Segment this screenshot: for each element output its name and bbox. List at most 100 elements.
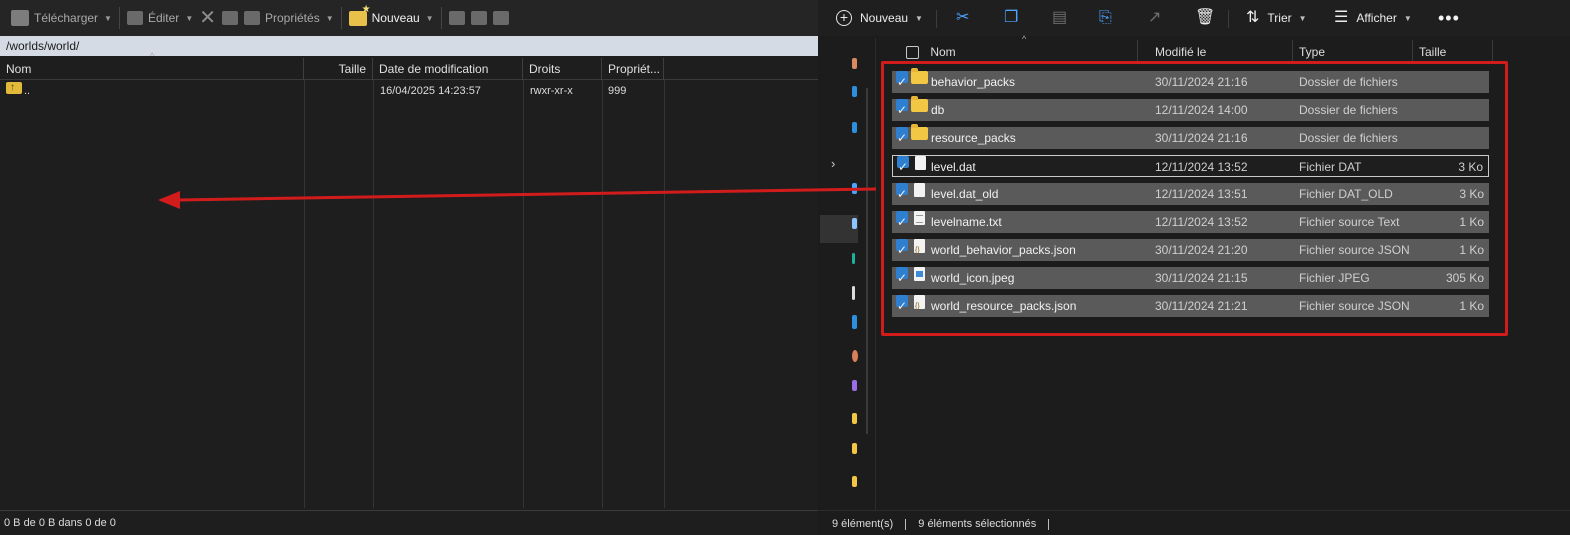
plus-icon: + <box>836 10 852 26</box>
rename-button[interactable] <box>219 4 241 32</box>
nav-item-icon[interactable] <box>852 443 857 454</box>
item-count: 9 élément(s) <box>832 518 894 530</box>
chevron-down-icon: ▼ <box>1403 13 1412 23</box>
new-label: Nouveau <box>860 11 909 25</box>
sort-label: Trier <box>1267 11 1292 25</box>
column-divider <box>373 80 374 508</box>
toolbar-divider <box>1228 10 1229 28</box>
properties-button[interactable]: Propriétés ▼ <box>241 4 337 32</box>
nav-scrollbar[interactable] <box>866 88 868 434</box>
toolbar-divider <box>440 7 442 29</box>
nav-item-icon[interactable] <box>852 183 857 194</box>
explorer-toolbar: + Nouveau ▼ ✂ ❐ ▤ ⎘ ↗ 🗑 ⇅ Trier ▼ ☰ Affi… <box>818 0 1570 36</box>
download-icon <box>11 10 29 26</box>
left-toolbar: Télécharger ▼ Éditer ▼ ✕ Propriétés ▼ No… <box>0 0 818 36</box>
column-divider <box>304 80 305 508</box>
unselect-icon <box>470 11 487 25</box>
delete-button[interactable]: 🗑 <box>1195 0 1215 36</box>
more-options-button[interactable]: ••• <box>1438 0 1460 36</box>
more-icon: ••• <box>1438 7 1460 28</box>
table-row[interactable]: .. 16/04/2025 14:23:57 rwxr-xr-x 999 <box>0 79 818 100</box>
nav-item-icon[interactable] <box>852 286 855 300</box>
left-status-bar: 0 B de 0 B dans 0 de 0 <box>0 510 818 535</box>
chevron-down-icon: ▼ <box>915 13 923 23</box>
selected-count: 9 éléments sélectionnés <box>918 518 1037 530</box>
view-label: Afficher <box>1356 11 1397 25</box>
nav-item-icon[interactable] <box>852 413 857 424</box>
nav-item-icon[interactable] <box>852 476 857 487</box>
column-date[interactable]: Date de modification <box>373 58 523 80</box>
explorer-status-bar: 9 élément(s) 9 éléments sélectionnés <box>818 510 1570 535</box>
trash-icon: 🗑 <box>1195 9 1216 26</box>
select-all-button[interactable] <box>446 4 468 32</box>
paste-button[interactable]: ▤ <box>1052 0 1067 36</box>
column-name-label: Nom <box>930 45 956 59</box>
column-name[interactable]: Nom <box>0 58 304 80</box>
sort-icon: ⇅ <box>1246 9 1260 26</box>
row-name: .. <box>24 85 31 97</box>
download-button[interactable]: Télécharger ▼ <box>8 4 115 32</box>
select-all-checkbox[interactable] <box>906 46 919 60</box>
left-column-header: Nom ^ Taille Date de modification Droits… <box>0 51 818 80</box>
properties-icon <box>244 11 260 25</box>
row-date: 16/04/2025 14:23:57 <box>380 85 481 97</box>
chevron-down-icon: ▼ <box>104 13 112 23</box>
highlight-box <box>881 61 1508 336</box>
unselect-button[interactable] <box>468 4 490 32</box>
chevron-down-icon: ▼ <box>185 13 194 23</box>
nav-item-icon[interactable] <box>852 315 857 329</box>
edit-icon <box>126 11 143 25</box>
row-rights: rwxr-xr-x <box>530 85 573 97</box>
navigation-pane: › <box>818 38 876 510</box>
nav-item-icon[interactable] <box>852 86 857 97</box>
nav-item-icon[interactable] <box>852 218 857 229</box>
toolbar-divider <box>936 10 937 28</box>
rename-icon <box>222 11 238 25</box>
new-button[interactable]: + Nouveau ▼ <box>836 0 923 36</box>
view-button[interactable]: ☰ Afficher ▼ <box>1334 0 1412 36</box>
path-bar[interactable]: /worlds/world/ <box>0 36 818 56</box>
toolbar-divider <box>118 7 120 29</box>
select-all-icon <box>448 11 465 25</box>
column-divider <box>602 80 603 508</box>
delete-icon: ✕ <box>199 7 216 29</box>
parent-folder-icon <box>6 79 22 97</box>
column-owner[interactable]: Propriét... <box>602 58 664 80</box>
column-size[interactable]: Taille <box>304 58 373 80</box>
chevron-down-icon: ▼ <box>425 13 434 23</box>
chevron-down-icon: ▼ <box>1298 13 1307 23</box>
edit-button[interactable]: Éditer ▼ <box>124 4 196 32</box>
rename-button[interactable]: ⎘ <box>1099 0 1112 36</box>
copy-icon: ❐ <box>1004 9 1019 26</box>
column-rights[interactable]: Droits <box>523 58 602 80</box>
sort-up-icon: ^ <box>150 51 155 61</box>
cut-button[interactable]: ✂ <box>956 0 969 36</box>
invert-selection-button[interactable] <box>490 4 512 32</box>
view-list-icon: ☰ <box>1334 9 1349 26</box>
share-button[interactable]: ↗ <box>1148 0 1161 36</box>
nav-item-icon[interactable] <box>852 58 857 69</box>
copy-button[interactable]: ❐ <box>1004 0 1018 36</box>
status-divider <box>1048 518 1050 530</box>
nav-item-icon[interactable] <box>852 122 857 133</box>
chevron-down-icon: ▼ <box>325 13 334 23</box>
edit-label: Éditer <box>147 11 180 25</box>
delete-button[interactable]: ✕ <box>196 4 219 32</box>
scissors-icon: ✂ <box>956 9 970 26</box>
row-owner: 999 <box>608 85 627 97</box>
status-divider <box>905 518 907 530</box>
nav-item-icon[interactable] <box>852 253 855 264</box>
new-label: Nouveau <box>371 11 420 25</box>
invert-selection-icon <box>492 11 509 25</box>
nav-item-icon[interactable] <box>852 380 857 391</box>
new-button[interactable]: Nouveau ▼ <box>346 4 437 32</box>
new-folder-icon <box>348 4 371 26</box>
paste-icon: ▤ <box>1052 9 1068 26</box>
nav-item-icon[interactable] <box>852 350 858 362</box>
properties-label: Propriétés <box>265 11 320 25</box>
sort-button[interactable]: ⇅ Trier ▼ <box>1246 0 1307 36</box>
chevron-right-icon[interactable]: › <box>831 156 835 171</box>
rename-icon: ⎘ <box>1099 9 1112 26</box>
column-divider <box>523 80 524 508</box>
share-icon: ↗ <box>1148 9 1162 26</box>
